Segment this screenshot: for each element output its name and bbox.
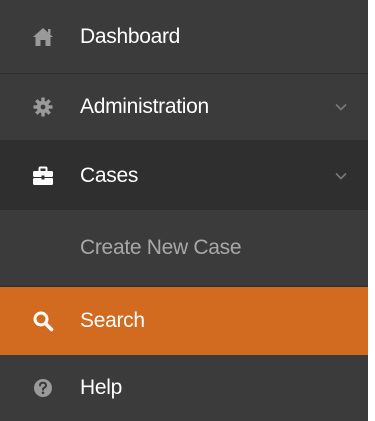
chevron-down-icon (334, 102, 348, 112)
sidebar-item-label: Help (80, 376, 122, 399)
sidebar-item-label: Administration (80, 95, 209, 118)
sidebar-item-dashboard[interactable]: Dashboard (0, 0, 368, 74)
search-icon (32, 310, 54, 332)
sidebar-item-label: Dashboard (80, 24, 181, 48)
submenu-item-create-new-case[interactable]: Create New Case (0, 210, 368, 287)
sidebar-item-help[interactable]: Help (0, 355, 368, 421)
sidebar-item-label: Cases (80, 163, 139, 187)
sidebar-item-label: Search (80, 309, 145, 332)
gear-icon (32, 96, 54, 118)
sidebar-item-search[interactable]: Search (0, 287, 368, 355)
sidebar-item-cases[interactable]: Cases (0, 141, 368, 210)
submenu-item-label: Create New Case (80, 236, 242, 259)
sidebar-nav: Dashboard Administration Cases Create Ne… (0, 0, 368, 421)
briefcase-icon (32, 165, 54, 187)
question-circle-icon (32, 377, 54, 399)
sidebar-item-administration[interactable]: Administration (0, 74, 368, 141)
home-icon (32, 26, 54, 48)
chevron-down-icon (334, 171, 348, 181)
